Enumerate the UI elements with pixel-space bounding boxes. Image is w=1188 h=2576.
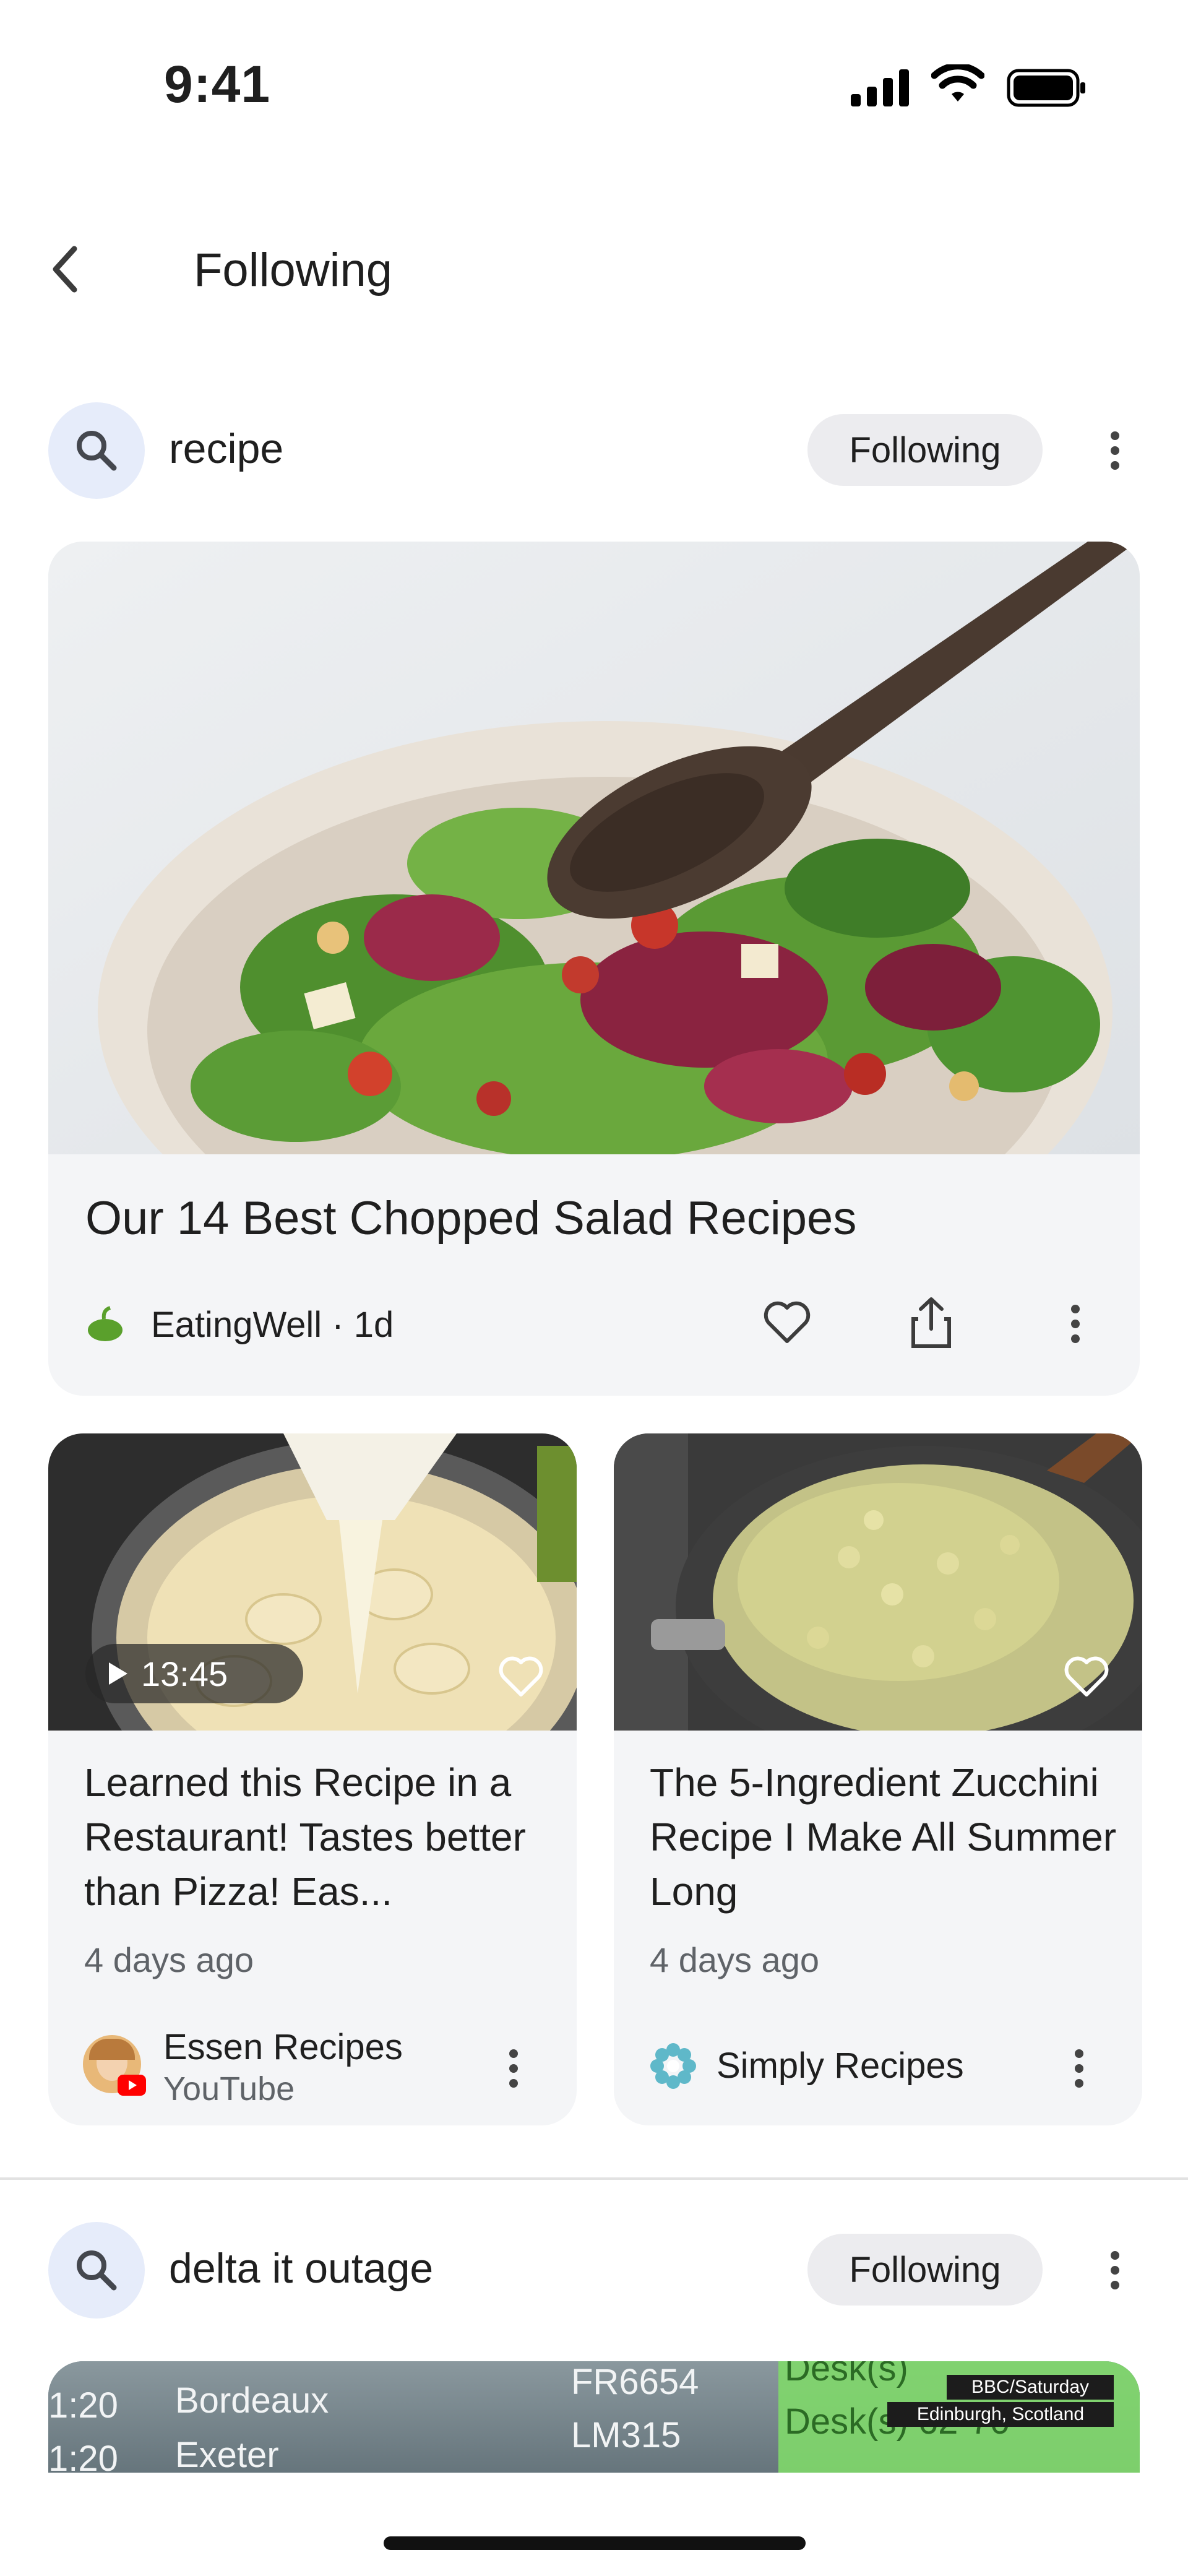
board-time: 1:20 [48, 2385, 118, 2426]
search-icon [77, 431, 117, 471]
channel-name: Essen Recipes [163, 2027, 403, 2067]
article-card[interactable]: The 5-Ingredient Zucchini Recipe I Make … [614, 1433, 1142, 2125]
more-vert-icon[interactable] [1096, 420, 1134, 482]
news-preview-card[interactable]: 1:20 Bordeaux FR6654 Desk(s) 1:20 Exeter… [48, 2361, 1140, 2473]
play-icon [109, 1662, 127, 1685]
salad-bowl-image [48, 542, 1140, 1154]
heart-icon[interactable] [762, 1299, 812, 1346]
board-desk: Desk(s) [785, 2361, 908, 2388]
source-name: Simply Recipes [717, 2046, 964, 2086]
share-icon[interactable] [910, 1294, 953, 1350]
topic-label: recipe [169, 425, 284, 472]
back-arrow-icon[interactable] [43, 241, 87, 297]
youtube-icon [118, 2075, 146, 2096]
board-flight: FR6654 [571, 2362, 699, 2402]
article-date: 4 days ago [650, 1940, 819, 1979]
signal-icon [851, 67, 909, 106]
more-vert-icon[interactable] [1096, 2239, 1134, 2301]
board-flight: LM315 [571, 2415, 681, 2455]
eatingwell-logo-icon [88, 1306, 123, 1341]
search-icon [77, 2250, 117, 2291]
status-time: 9:41 [164, 55, 271, 113]
platform-name: YouTube [163, 2070, 295, 2107]
topic-search-icon [48, 2222, 145, 2319]
heart-icon[interactable] [1063, 1654, 1110, 1701]
wifi-icon [931, 64, 984, 102]
article-source: EatingWell · 1d [151, 1305, 394, 1345]
page-title: Following [194, 244, 393, 296]
caption-line1: BBC/Saturday [947, 2375, 1114, 2400]
board-city: Bordeaux [175, 2380, 329, 2421]
article-title[interactable]: The 5-Ingredient Zucchini Recipe I Make … [650, 1755, 1120, 1919]
video-duration: 13:45 [141, 1654, 228, 1693]
board-city: Exeter [175, 2435, 279, 2473]
heart-icon[interactable] [497, 1654, 544, 1701]
battery-icon [1007, 69, 1085, 107]
following-button[interactable]: Following [807, 2234, 1043, 2306]
video-title[interactable]: Learned this Recipe in a Restaurant! Tas… [84, 1755, 554, 1919]
video-date: 4 days ago [84, 1940, 254, 1979]
caption-line2: Edinburgh, Scotland [887, 2402, 1114, 2427]
topic-search-icon [48, 402, 145, 499]
more-vert-icon[interactable] [495, 2038, 532, 2099]
video-card[interactable]: 13:45 Learned this Recipe in a Restauran… [48, 1433, 577, 2125]
home-indicator[interactable] [384, 2536, 806, 2550]
video-duration-badge: 13:45 [85, 1644, 303, 1703]
board-time: 1:20 [48, 2439, 118, 2473]
following-button[interactable]: Following [807, 414, 1043, 486]
more-vert-icon[interactable] [1061, 2038, 1098, 2099]
article-title[interactable]: Our 14 Best Chopped Salad Recipes [85, 1191, 856, 1245]
simply-recipes-logo-icon [650, 2043, 696, 2089]
more-vert-icon[interactable] [1057, 1293, 1094, 1355]
section-divider [0, 2177, 1188, 2180]
topic-label: delta it outage [169, 2245, 434, 2292]
main-article-card[interactable]: Our 14 Best Chopped Salad Recipes Eating… [48, 542, 1140, 1396]
